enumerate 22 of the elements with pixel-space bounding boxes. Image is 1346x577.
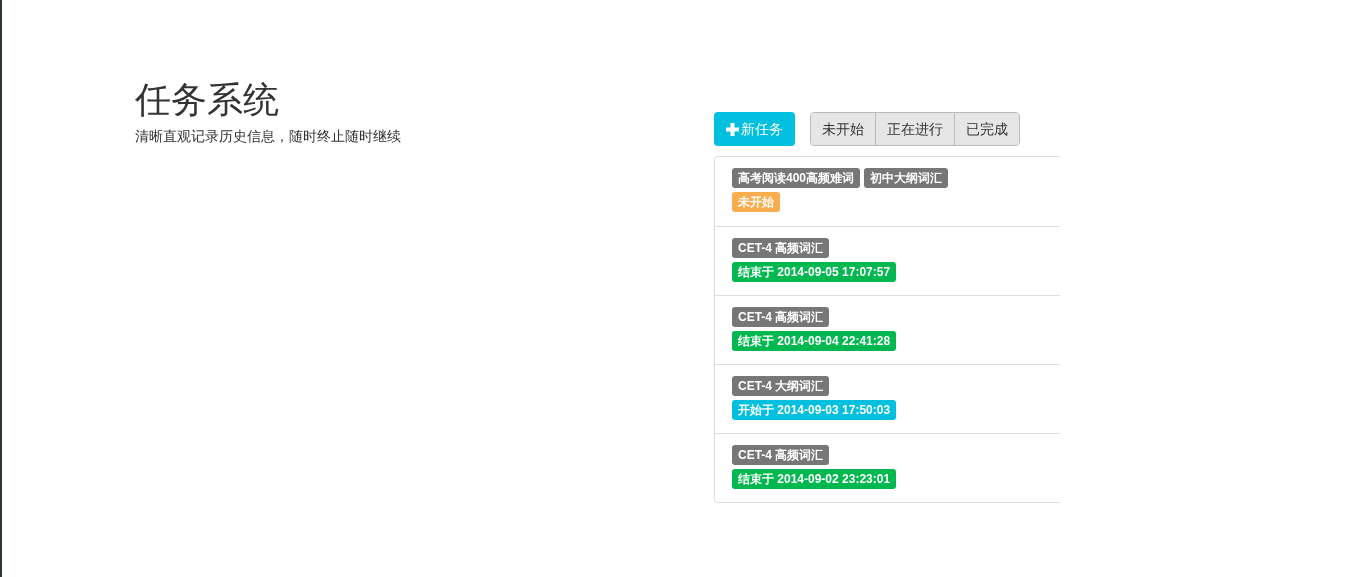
task-item[interactable]: CET-4 高频词汇 结束于 2014-09-05 17:07:57 [715, 226, 1060, 295]
status-label: 开始于 2014-09-03 17:50:03 [732, 400, 897, 420]
task-tag: 高考阅读400高频难词 [732, 168, 861, 188]
filter-button[interactable]: 已完成 [954, 113, 1019, 145]
task-tag: CET-4 高频词汇 [732, 238, 830, 258]
plus-icon [726, 122, 739, 136]
task-tag: CET-4 高频词汇 [732, 307, 830, 327]
task-tag: 初中大纲词汇 [864, 168, 949, 188]
task-tag: CET-4 大纲词汇 [732, 376, 830, 396]
task-item[interactable]: CET-4 高频词汇 结束于 2014-09-04 22:41:28 [715, 295, 1060, 364]
status-label: 未开始 [732, 192, 780, 212]
task-item[interactable]: 高考阅读400高频难词 初中大纲词汇 未开始 [715, 157, 1060, 226]
status-label: 结束于 2014-09-02 23:23:01 [732, 469, 897, 489]
filter-button[interactable]: 未开始 [811, 113, 875, 145]
filter-button[interactable]: 正在进行 [875, 113, 954, 145]
task-item[interactable]: CET-4 高频词汇 结束于 2014-09-02 23:23:01 [715, 433, 1060, 502]
status-label: 结束于 2014-09-04 22:41:28 [732, 331, 897, 351]
task-tag: CET-4 高频词汇 [732, 445, 830, 465]
task-item[interactable]: CET-4 大纲词汇 开始于 2014-09-03 17:50:03 [715, 364, 1060, 433]
page-title: 任务系统 [135, 78, 280, 122]
page-subtitle: 清晰直观记录历史信息，随时终止随时继续 [135, 127, 402, 146]
status-label: 结束于 2014-09-05 17:07:57 [732, 262, 897, 282]
